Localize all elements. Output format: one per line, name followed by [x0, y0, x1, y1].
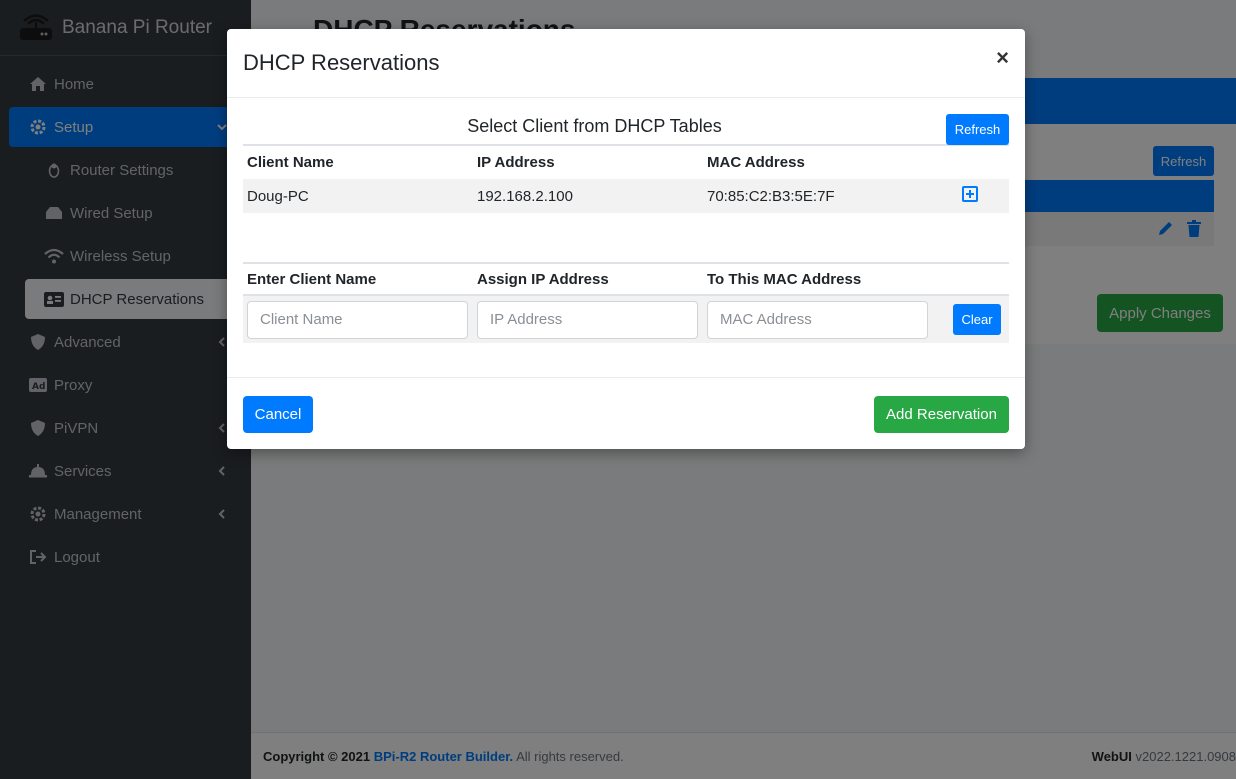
modal-body: Select Client from DHCP Tables Refresh C… [243, 99, 1009, 343]
mac-address-cell: 70:85:C2:B3:5E:7F [707, 187, 835, 205]
ip-address-input[interactable] [477, 300, 698, 339]
modal-backdrop[interactable] [0, 0, 251, 779]
entry-row: Clear [243, 295, 1009, 343]
column-header: Client Name [247, 154, 334, 171]
client-name-input[interactable] [247, 300, 468, 339]
dhcp-reservations-modal: DHCP Reservations × Select Client from D… [227, 29, 1025, 449]
modal-footer: Cancel Add Reservation [227, 377, 1025, 449]
modal-title: DHCP Reservations [243, 50, 440, 75]
client-name-cell: Doug-PC [247, 187, 309, 205]
column-header: To This MAC Address [703, 263, 943, 296]
ip-address-cell: 192.168.2.100 [477, 187, 573, 205]
plus-square-icon[interactable] [962, 186, 978, 202]
table-row[interactable]: Doug-PC 192.168.2.100 70:85:C2:B3:5E:7F [243, 179, 1009, 213]
cancel-button[interactable]: Cancel [243, 396, 313, 433]
refresh-clients-button[interactable]: Refresh [946, 114, 1009, 145]
column-header: Assign IP Address [473, 263, 703, 296]
close-icon[interactable]: × [996, 45, 1009, 71]
select-client-title: Select Client from DHCP Tables [467, 116, 722, 136]
mac-address-input[interactable] [707, 300, 928, 339]
clear-button[interactable]: Clear [953, 304, 1001, 335]
modal-header: DHCP Reservations × [227, 29, 1025, 98]
column-header: MAC Address [707, 154, 805, 171]
select-client-header: Select Client from DHCP Tables Refresh [243, 99, 1009, 146]
client-table: Client Name IP Address MAC Address Doug-… [243, 146, 1009, 213]
column-header: Enter Client Name [243, 263, 473, 296]
sidebar: Banana Pi Router Home Setup Router Setti… [0, 0, 251, 779]
add-reservation-button[interactable]: Add Reservation [874, 396, 1009, 433]
column-header: IP Address [477, 154, 555, 171]
reservation-entry-table: Enter Client Name Assign IP Address To T… [243, 262, 1009, 343]
